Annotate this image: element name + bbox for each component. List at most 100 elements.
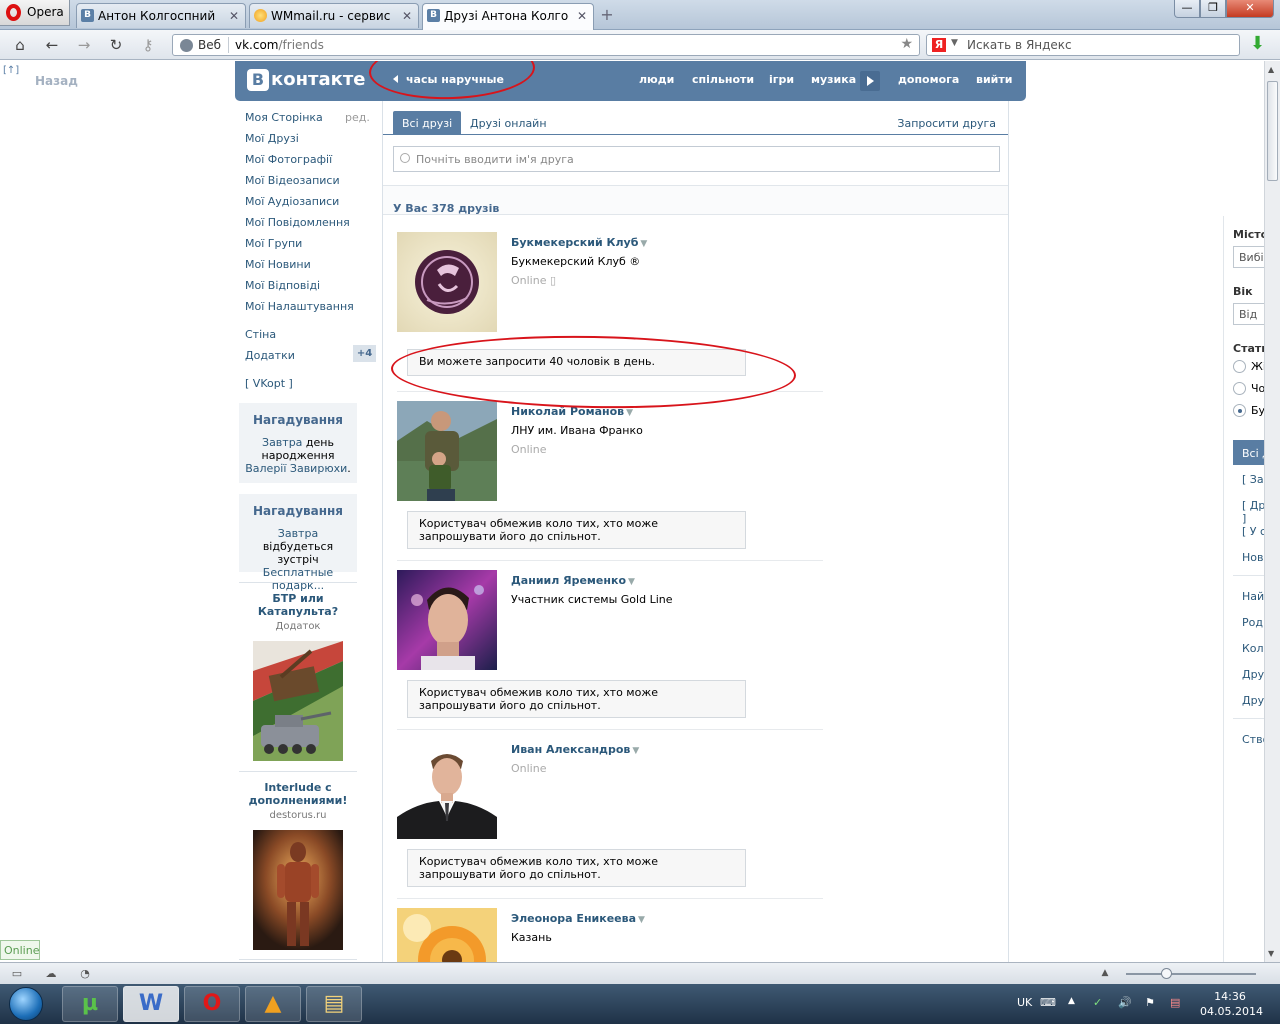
status-text[interactable]: часы наручные bbox=[406, 73, 504, 86]
browser-tab-2[interactable]: WMmail.ru - сервис п... ✕ bbox=[249, 3, 419, 28]
menu-my-groups[interactable]: Мої Групи bbox=[245, 237, 302, 250]
menu-my-photos[interactable]: Мої Фотографії bbox=[245, 153, 332, 166]
gender-any-radio[interactable]: Будь-яка bbox=[1233, 404, 1264, 417]
friend-menu-caret-icon[interactable]: ▼ bbox=[632, 746, 639, 756]
friend-avatar[interactable] bbox=[397, 739, 497, 839]
nav-communities[interactable]: спільноти bbox=[692, 73, 754, 86]
list-by-gender[interactable]: [ У списки за статтю ] bbox=[1233, 518, 1264, 543]
friend-search-input[interactable]: Почніть вводити ім'я друга bbox=[393, 146, 1000, 172]
menu-my-audios[interactable]: Мої Аудіозаписи bbox=[245, 195, 339, 208]
nav-logout[interactable]: вийти bbox=[976, 73, 1012, 86]
download-arrow-icon[interactable]: ⬇ bbox=[1250, 34, 1268, 54]
keyboard-language[interactable]: UK bbox=[1017, 996, 1032, 1009]
tab-close-icon[interactable]: ✕ bbox=[402, 9, 412, 23]
friend-name[interactable]: Букмекерский Клуб ▼ bbox=[511, 236, 647, 249]
scroll-up-arrow-icon[interactable]: ▲ bbox=[1268, 65, 1274, 74]
zoom-slider-track[interactable] bbox=[1126, 973, 1256, 975]
friend-avatar[interactable] bbox=[397, 401, 497, 501]
opera-menu-button[interactable]: Opera bbox=[0, 0, 70, 26]
edit-link[interactable]: ред. bbox=[345, 111, 370, 124]
aimp-icon[interactable]: ▲ bbox=[245, 986, 301, 1022]
menu-my-page[interactable]: Моя Сторінка bbox=[245, 111, 323, 124]
reload-icon[interactable]: ↻ bbox=[107, 36, 125, 54]
menu-my-settings[interactable]: Мої Налаштування bbox=[245, 300, 354, 313]
menu-my-news[interactable]: Мої Новини bbox=[245, 258, 311, 271]
vk-logo[interactable]: Вконтакте bbox=[247, 69, 365, 91]
action-center-flag-icon[interactable]: ⚑ bbox=[1145, 996, 1155, 1009]
friend-name[interactable]: Даниил Яременко ▼ bbox=[511, 574, 635, 587]
turbo-gauge-icon[interactable]: ◔ bbox=[78, 967, 92, 980]
forward-arrow-icon[interactable]: → bbox=[75, 36, 93, 54]
list-blocked[interactable]: [ Заблоковані ] bbox=[1233, 466, 1264, 491]
menu-my-messages[interactable]: Мої Повідомлення bbox=[245, 216, 350, 229]
opera-icon[interactable]: O bbox=[184, 986, 240, 1022]
scrollbar-thumb[interactable] bbox=[1267, 81, 1278, 181]
friend-name[interactable]: Элеонора Еникеева ▼ bbox=[511, 912, 645, 925]
windows-start-icon[interactable] bbox=[9, 987, 43, 1021]
yandex-search-box[interactable]: Я ▼ Искать в Яндекс bbox=[926, 34, 1240, 56]
window-maximize-button[interactable]: ❐ bbox=[1200, 0, 1226, 18]
menu-wall[interactable]: Стіна bbox=[245, 328, 276, 341]
search-engine-dropdown-icon[interactable]: ▼ bbox=[951, 38, 958, 48]
back-up-button[interactable]: [↑] bbox=[3, 65, 19, 76]
menu-my-videos[interactable]: Мої Відеозаписи bbox=[245, 174, 340, 187]
key-icon[interactable]: ⚷ bbox=[139, 36, 157, 54]
tab-all-friends[interactable]: Всі друзі bbox=[393, 111, 462, 134]
friend-menu-caret-icon[interactable]: ▼ bbox=[628, 577, 635, 587]
list-university-friends[interactable]: Друзі по ВНЗ bbox=[1233, 661, 1264, 686]
list-best-friends[interactable]: Найкращі друзі bbox=[1233, 583, 1264, 608]
friend-menu-caret-icon[interactable]: ▼ bbox=[626, 408, 633, 418]
list-all-friends[interactable]: Всі друзі bbox=[1233, 440, 1264, 465]
ad-1-title[interactable]: БТР или Катапульта? bbox=[239, 592, 357, 618]
ad-2-title[interactable]: Interlude с дополнениями! bbox=[239, 781, 357, 807]
music-play-icon[interactable] bbox=[860, 71, 880, 91]
list-school-friends[interactable]: Друзі по школі bbox=[1233, 687, 1264, 712]
tray-expand-icon[interactable]: ▲ bbox=[1068, 996, 1075, 1006]
list-new-friends[interactable]: Нові друзі bbox=[1233, 544, 1264, 569]
reminder-event-link[interactable]: Бесплатные подарк... bbox=[263, 566, 333, 592]
zoom-slider-knob[interactable] bbox=[1161, 968, 1172, 979]
friend-avatar[interactable] bbox=[397, 570, 497, 670]
gender-male-radio[interactable]: Чоловіча bbox=[1233, 382, 1264, 395]
explorer-icon[interactable]: ▤ bbox=[306, 986, 362, 1022]
browser-tab-3[interactable]: B Друзі Антона Колгосп... ✕ bbox=[422, 3, 594, 30]
home-icon[interactable]: ⌂ bbox=[11, 36, 29, 54]
friend-menu-caret-icon[interactable]: ▼ bbox=[638, 915, 645, 925]
reminder-person-link[interactable]: Валерії Завирюхи bbox=[245, 462, 347, 475]
online-status-chip[interactable]: Online bbox=[0, 940, 40, 960]
opera-unite-cloud-icon[interactable]: ☁ bbox=[44, 967, 58, 980]
new-tab-plus-icon[interactable]: + bbox=[598, 6, 616, 24]
word-icon[interactable]: W bbox=[123, 986, 179, 1022]
menu-vkopt[interactable]: [ VKopt ] bbox=[245, 377, 293, 390]
tab-close-icon[interactable]: ✕ bbox=[577, 9, 587, 23]
city-select[interactable]: Вибір міста bbox=[1233, 246, 1264, 268]
keyboard-icon[interactable]: ⌨ bbox=[1040, 996, 1056, 1009]
list-colleagues[interactable]: Колеги bbox=[1233, 635, 1264, 660]
back-link[interactable]: Назад bbox=[35, 74, 78, 88]
friend-menu-caret-icon[interactable]: ▼ bbox=[640, 239, 647, 249]
list-outside-lists[interactable]: [ Друзі поза списками ] bbox=[1233, 492, 1264, 525]
nav-games[interactable]: ігри bbox=[769, 73, 794, 86]
menu-my-answers[interactable]: Мої Відповіді bbox=[245, 279, 320, 292]
ad-1-image[interactable] bbox=[253, 641, 343, 761]
back-arrow-icon[interactable]: ← bbox=[43, 36, 61, 54]
nav-people[interactable]: люди bbox=[639, 73, 674, 86]
volume-icon[interactable]: 🔊 bbox=[1118, 996, 1132, 1009]
reminder-link[interactable]: Завтра bbox=[262, 436, 302, 449]
tab-friends-online[interactable]: Друзі онлайн bbox=[461, 111, 556, 134]
age-from-select[interactable]: Від bbox=[1233, 303, 1264, 325]
network-icon[interactable]: ▤ bbox=[1170, 996, 1180, 1009]
security-shield-icon[interactable]: ✓ bbox=[1093, 996, 1102, 1009]
address-bar[interactable]: Веб vk.com/friends ★ bbox=[172, 34, 920, 56]
friend-avatar[interactable] bbox=[397, 908, 497, 962]
address-url[interactable]: vk.com/friends bbox=[235, 38, 324, 52]
window-close-button[interactable]: ✕ bbox=[1226, 0, 1274, 18]
friend-avatar[interactable] bbox=[397, 232, 497, 332]
tab-close-icon[interactable]: ✕ bbox=[229, 9, 239, 23]
zoom-out-icon[interactable]: ▲ bbox=[1098, 967, 1112, 980]
gender-female-radio[interactable]: Жіноча bbox=[1233, 360, 1264, 373]
system-clock[interactable]: 14:36 04.05.2014 bbox=[1200, 989, 1263, 1019]
nav-music[interactable]: музика bbox=[811, 73, 856, 86]
panel-toggle-icon[interactable]: ▭ bbox=[10, 967, 24, 980]
ad-2-image[interactable] bbox=[253, 830, 343, 950]
